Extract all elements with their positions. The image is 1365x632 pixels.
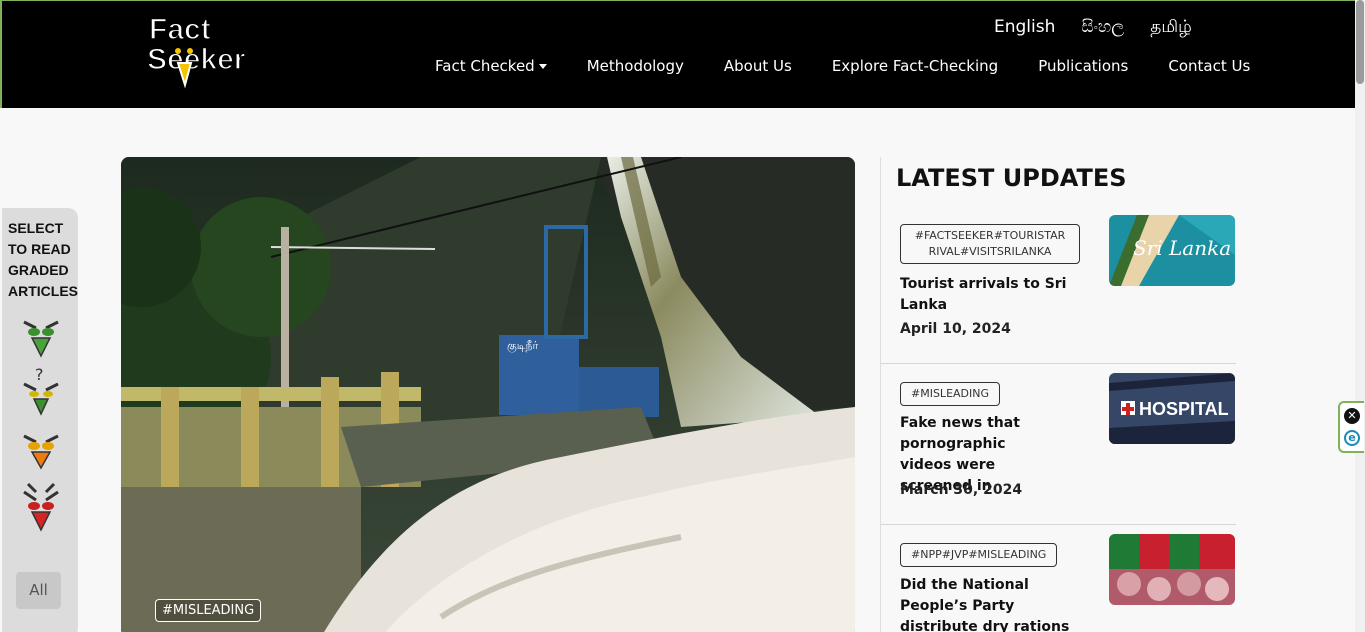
lang-tamil[interactable]: தமிழ் (1150, 17, 1192, 39)
svg-text:Seeker: Seeker (147, 43, 246, 76)
grade-panel-title: SELECT TO READ GRADED ARTICLES (8, 218, 78, 302)
svg-text:?: ? (35, 366, 44, 384)
nav-explore-fact-checking[interactable]: Explore Fact-Checking (832, 57, 998, 75)
update-tag[interactable]: #MISLEADING (900, 382, 1001, 406)
page-scrollbar[interactable] (1355, 0, 1365, 632)
lang-sinhala[interactable]: සිංහල (1081, 17, 1124, 39)
hero-tag[interactable]: #MISLEADING (155, 599, 262, 622)
owl-false-icon[interactable] (18, 478, 64, 534)
latest-updates-title: LATEST UPDATES (896, 164, 1127, 192)
divider (881, 524, 1236, 525)
update-headline[interactable]: Tourist arrivals to Sri Lanka (900, 274, 1085, 316)
update-item[interactable]: #FACTSEEKER#TOURISTAR RIVAL#VISITSRILANK… (881, 215, 1236, 363)
owl-misleading-icon[interactable] (18, 422, 64, 472)
owl-true-icon[interactable] (18, 310, 64, 360)
main-nav: Fact Checked Methodology About Us Explor… (435, 57, 1250, 75)
update-thumbnail[interactable] (1109, 534, 1235, 605)
featured-article-image[interactable]: குடிநீர் #MISLEADING (121, 157, 855, 632)
nav-publications[interactable]: Publications (1038, 57, 1128, 75)
nav-fact-checked[interactable]: Fact Checked (435, 57, 547, 75)
sri-lanka-beach-image: Sri Lanka (1109, 215, 1235, 286)
dry-rations-image (1109, 534, 1235, 605)
divider (881, 363, 1236, 364)
grade-title-line: TO READ (8, 241, 71, 257)
scrollbar-thumb[interactable] (1356, 0, 1364, 84)
nav-contact-us[interactable]: Contact Us (1168, 57, 1250, 75)
nav-methodology[interactable]: Methodology (587, 57, 684, 75)
hospital-sign-image: HOSPITAL (1109, 373, 1235, 444)
nav-fact-checked-label: Fact Checked (435, 57, 535, 75)
grade-title-line: ARTICLES (8, 283, 78, 299)
side-widget: ✕ e (1338, 401, 1364, 453)
graded-articles-panel: SELECT TO READ GRADED ARTICLES ? All (2, 208, 78, 632)
grade-title-line: GRADED (8, 262, 69, 278)
thumb-text: HOSPITAL (1139, 399, 1229, 419)
hero-sign-text: குடிநீர் (507, 339, 539, 354)
chevron-down-icon (538, 64, 547, 69)
update-tag[interactable]: #NPP#JVP#MISLEADING (900, 543, 1058, 567)
tag-line: #FACTSEEKER#TOURISTAR (914, 229, 1066, 242)
update-item[interactable]: #NPP#JVP#MISLEADING Did the National Peo… (881, 534, 1236, 632)
update-item[interactable]: #MISLEADING Fake news that pornographic … (881, 373, 1236, 523)
tag-line: RIVAL#VISITSRILANKA (928, 245, 1052, 258)
site-header: Fact Seeker English සිංහල தமிழ் Fact Che… (0, 0, 1365, 108)
owl-unverified-icon[interactable]: ? (18, 366, 64, 416)
nav-about-us[interactable]: About Us (724, 57, 792, 75)
update-date: April 10, 2024 (900, 321, 1011, 337)
lang-english[interactable]: English (994, 17, 1055, 39)
update-tag[interactable]: #FACTSEEKER#TOURISTAR RIVAL#VISITSRILANK… (900, 224, 1080, 264)
thumb-text: Sri Lanka (1133, 236, 1231, 260)
fact-seeker-logo[interactable]: Fact Seeker (145, 11, 255, 89)
e-icon[interactable]: e (1344, 430, 1360, 446)
update-thumbnail[interactable]: Sri Lanka (1109, 215, 1235, 286)
all-grades-button[interactable]: All (16, 572, 61, 609)
update-date: March 30, 2024 (900, 482, 1023, 498)
close-icon[interactable]: ✕ (1344, 408, 1360, 424)
update-thumbnail[interactable]: HOSPITAL (1109, 373, 1235, 444)
dam-waterfall-illustration: குடிநீர் (121, 157, 855, 632)
language-switcher: English සිංහල தமிழ் (994, 17, 1192, 39)
grade-title-line: SELECT (8, 220, 64, 236)
update-headline[interactable]: Did the National People’s Party distribu… (900, 575, 1090, 632)
